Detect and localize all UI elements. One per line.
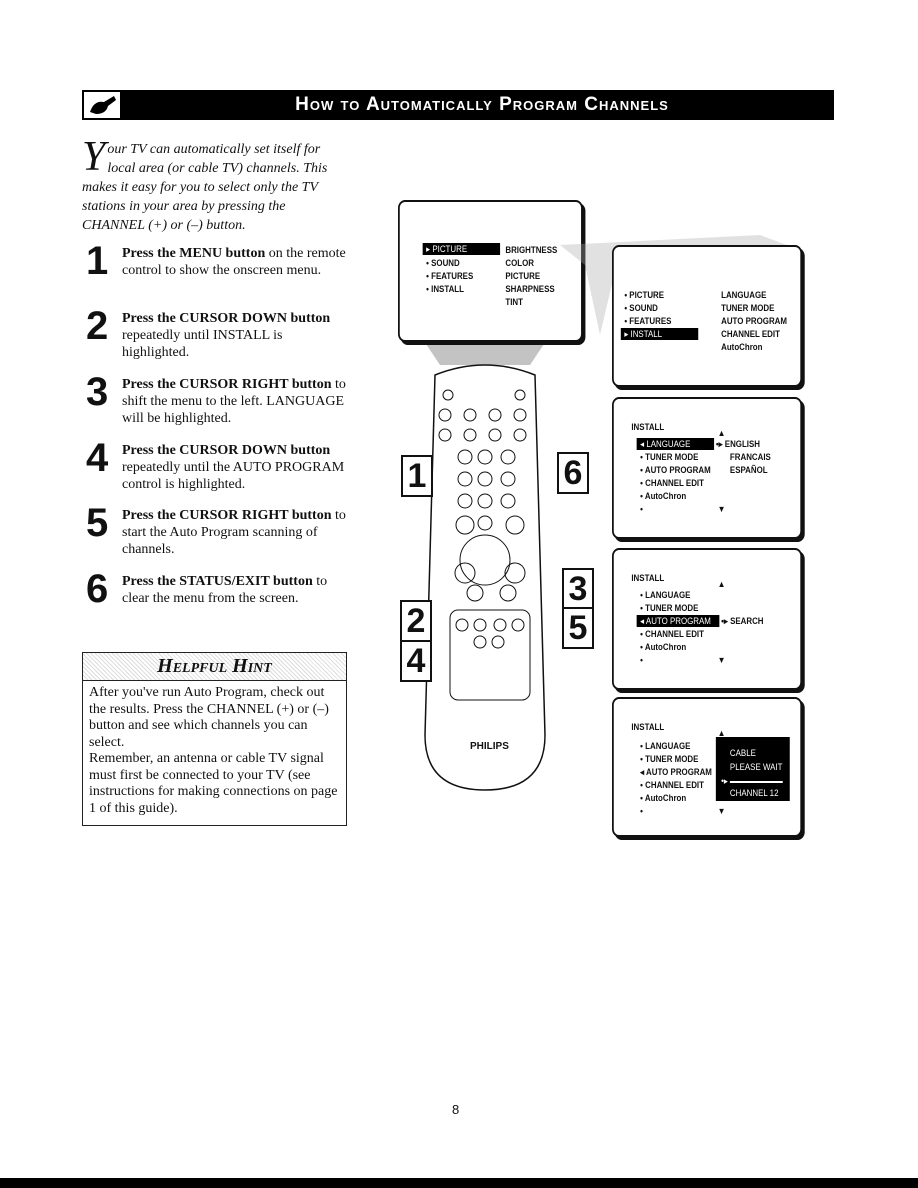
menu-item-highlighted: ▸ PICTURE xyxy=(422,243,501,255)
step-action: Press the CURSOR RIGHT button xyxy=(122,377,332,392)
step-4: 4 Press the CURSOR DOWN button repeatedly… xyxy=(86,438,346,493)
step-2: 2 Press the CURSOR DOWN button repeatedly… xyxy=(86,306,346,361)
remote-brand-logo: PHILIPS xyxy=(470,741,509,752)
step-number: 6 xyxy=(86,567,109,611)
hint-paragraph: After you've run Auto Program, check out… xyxy=(89,685,329,750)
page-title: How to Automatically Program Channels xyxy=(295,94,669,115)
step-number: 3 xyxy=(86,370,109,414)
step-action: Press the CURSOR DOWN button xyxy=(122,311,331,326)
step-number: 1 xyxy=(86,239,109,283)
hint-paragraph: Remember, an antenna or cable TV signal … xyxy=(89,751,338,816)
step-action: Press the CURSOR RIGHT button xyxy=(122,508,332,523)
tv-screen-scanning: INSTALL ▲ • LANGUAGE • TUNER MODE ◂ AUTO… xyxy=(612,697,803,837)
scan-progress-box: CABLE PLEASE WAIT •▸ CHANNEL 12 xyxy=(715,737,790,801)
helpful-hint-box: Helpful Hint After you've run Auto Progr… xyxy=(82,652,347,826)
hint-title: Helpful Hint xyxy=(83,653,346,681)
manual-page: How to Automatically Program Channels Yo… xyxy=(0,0,918,1188)
callout-1: 1 xyxy=(401,455,433,497)
tv-screen-auto-program: INSTALL ▲ • LANGUAGE • TUNER MODE ◂ AUTO… xyxy=(612,548,803,690)
step-number: 4 xyxy=(86,436,109,480)
step-action: Press the STATUS/EXIT button xyxy=(122,574,313,589)
step-6: 6 Press the STATUS/EXIT button to clear t… xyxy=(86,569,346,609)
intro-text: our TV can automatically set itself for … xyxy=(82,142,328,233)
tv-screen-language: INSTALL ▲ ◂ LANGUAGE • TUNER MODE • AUTO… xyxy=(612,397,803,539)
step-number: 2 xyxy=(86,304,109,348)
step-text: repeatedly until the AUTO PROGRAM contro… xyxy=(122,460,345,492)
tv-screen-install-menu: • PICTURE • SOUND • FEATURES ▸ INSTALL L… xyxy=(612,245,803,387)
remote-control-illustration xyxy=(420,335,550,791)
remote-hand-icon xyxy=(84,92,120,118)
drop-cap: Y xyxy=(82,134,106,180)
callout-5: 5 xyxy=(562,607,594,649)
step-1: 1 Press the MENU button on the remote con… xyxy=(86,241,346,281)
step-action: Press the MENU button xyxy=(122,246,266,261)
footer-bar xyxy=(0,1178,918,1188)
step-action: Press the CURSOR DOWN button xyxy=(122,443,331,458)
callout-3: 3 xyxy=(562,568,594,610)
callout-6: 6 xyxy=(557,452,589,494)
progress-bar: •▸ xyxy=(721,775,783,787)
intro-paragraph: Your TV can automatically set itself for… xyxy=(82,134,342,235)
step-3: 3 Press the CURSOR RIGHT button to shift … xyxy=(86,372,346,427)
tv-screen-main-menu: ▸ PICTURE • SOUND • FEATURES • INSTALL B… xyxy=(398,200,583,342)
step-number: 5 xyxy=(86,501,109,545)
page-number: 8 xyxy=(452,1102,460,1117)
callout-2: 2 xyxy=(400,600,432,642)
step-5: 5 Press the CURSOR RIGHT button to start … xyxy=(86,503,346,558)
callout-4: 4 xyxy=(400,640,432,682)
step-text: repeatedly until INSTALL is highlighted. xyxy=(122,328,283,360)
